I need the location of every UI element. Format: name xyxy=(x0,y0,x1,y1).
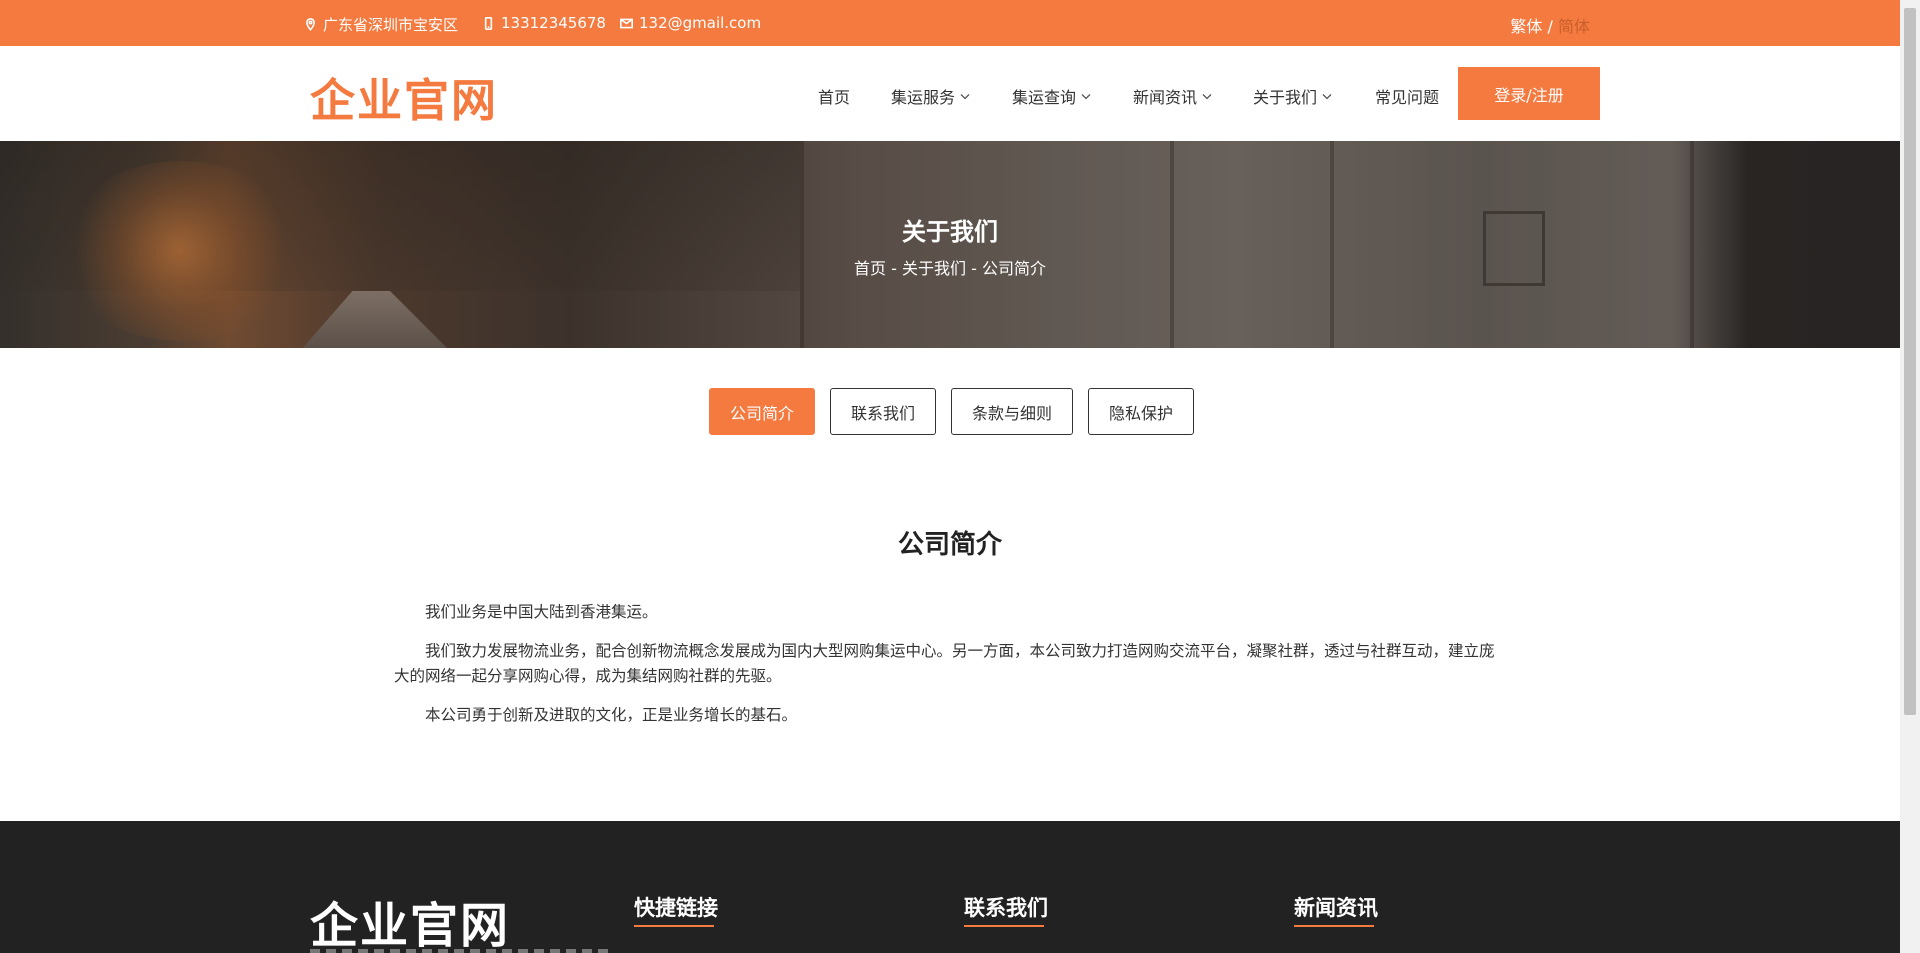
footer-heading-contact: 联系我们 xyxy=(964,892,1048,927)
tab-company-profile[interactable]: 公司简介 xyxy=(709,388,815,435)
phone-text: 13312345678 xyxy=(501,14,606,32)
heading-underline xyxy=(634,925,714,927)
email-text: 132@gmail.com xyxy=(639,14,762,32)
page: 广东省深圳市宝安区 13312345678 132@gmail.com 繁体 /… xyxy=(0,0,1920,953)
nav-label: 新闻资讯 xyxy=(1133,88,1198,107)
footer-heading-text: 新闻资讯 xyxy=(1294,896,1378,920)
intro-paragraph: 我们业务是中国大陆到香港集运。 xyxy=(425,603,658,621)
nav-item-home[interactable]: 首页 xyxy=(818,84,850,108)
phone-item[interactable]: 13312345678 xyxy=(482,14,606,32)
site-footer: 企业官网 快捷链接 联系我们 新闻资讯 xyxy=(0,821,1900,953)
top-bar: 广东省深圳市宝安区 13312345678 132@gmail.com 繁体 /… xyxy=(0,0,1900,46)
mail-icon xyxy=(620,18,633,28)
banner-title: 关于我们 xyxy=(902,218,998,246)
nav-item-about-us[interactable]: 关于我们 xyxy=(1253,84,1332,108)
chevron-down-icon xyxy=(1202,93,1212,99)
site-header: 企业官网 首页 集运服务 集运查询 新闻资讯 关于我们 常见问题 登录/注册 xyxy=(0,46,1900,141)
site-logo[interactable]: 企业官网 xyxy=(310,64,498,129)
footer-heading-quick-links: 快捷链接 xyxy=(634,892,718,927)
chevron-down-icon xyxy=(1322,93,1332,99)
email-item[interactable]: 132@gmail.com xyxy=(620,14,761,32)
address-text: 广东省深圳市宝安区 xyxy=(323,16,459,34)
location-pin-icon xyxy=(306,18,315,31)
nav-label: 集运服务 xyxy=(891,88,956,107)
login-register-button[interactable]: 登录/注册 xyxy=(1458,67,1600,120)
nav-label: 关于我们 xyxy=(1253,88,1318,107)
heading-underline xyxy=(1294,925,1374,927)
nav-item-consolidation-service[interactable]: 集运服务 xyxy=(891,84,970,108)
nav-label: 常见问题 xyxy=(1375,88,1440,107)
nav-item-news[interactable]: 新闻资讯 xyxy=(1133,84,1212,108)
nav-label: 集运查询 xyxy=(1012,88,1077,107)
chevron-down-icon xyxy=(1081,93,1091,99)
nav-item-consolidation-query[interactable]: 集运查询 xyxy=(1012,84,1091,108)
tab-privacy[interactable]: 隐私保护 xyxy=(1088,388,1194,435)
nav-item-faq[interactable]: 常见问题 xyxy=(1375,84,1439,108)
chevron-down-icon xyxy=(960,93,970,99)
intro-paragraph: 本公司勇于创新及进取的文化，正是业务增长的基石。 xyxy=(425,706,798,724)
heading-underline xyxy=(964,925,1044,927)
tab-terms[interactable]: 条款与细则 xyxy=(951,388,1073,435)
breadcrumb: 首页 - 关于我们 - 公司简介 xyxy=(854,259,1046,278)
nav-label: 首页 xyxy=(818,88,851,107)
intro-paragraph: 我们致力发展物流业务，配合创新物流概念发展成为国内大型网购集运中心。另一方面，本… xyxy=(394,642,1495,685)
lang-traditional-link[interactable]: 繁体 / xyxy=(1510,17,1552,36)
footer-logo[interactable]: 企业官网 xyxy=(310,886,510,953)
page-banner: 关于我们 首页 - 关于我们 - 公司简介 xyxy=(0,141,1900,348)
footer-text-cutoff xyxy=(310,949,610,953)
footer-heading-news: 新闻资讯 xyxy=(1294,892,1378,927)
lang-simplified-link[interactable]: 简体 xyxy=(1558,17,1590,36)
tab-contact-us[interactable]: 联系我们 xyxy=(830,388,936,435)
address-item: 广东省深圳市宝安区 xyxy=(304,14,458,35)
language-switch: 繁体 / 简体 xyxy=(1510,13,1590,37)
section-title: 公司简介 xyxy=(897,530,1002,560)
phone-icon xyxy=(484,16,493,30)
scrollbar-thumb[interactable] xyxy=(1904,8,1916,715)
footer-heading-text: 快捷链接 xyxy=(634,896,718,920)
footer-heading-text: 联系我们 xyxy=(964,896,1048,920)
page-scrollbar[interactable] xyxy=(1900,0,1920,953)
